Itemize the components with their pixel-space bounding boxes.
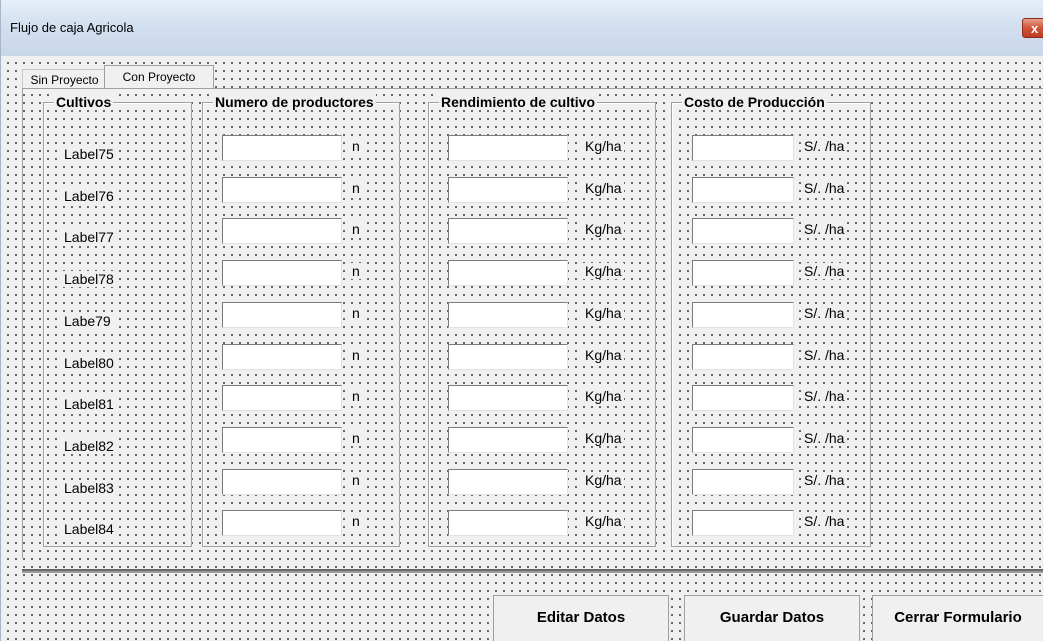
productores-input[interactable] [222,469,342,495]
window-title: Flujo de caja Agricola [10,20,134,35]
costo-unit: S/. /ha [802,138,847,154]
costo-unit: S/. /ha [802,263,847,279]
cerrar-formulario-button[interactable]: Cerrar Formulario [872,595,1043,641]
crop-label: Label84 [62,521,116,537]
rendimiento-caption: Rendimiento de cultivo [439,94,598,110]
rendimiento-unit: Kg/ha [583,430,624,446]
costo-unit: S/. /ha [802,430,847,446]
costo-input[interactable] [692,135,794,161]
separator-line [22,569,1043,573]
costo-input[interactable] [692,218,794,244]
rendimiento-input[interactable] [448,469,568,495]
rendimiento-unit: Kg/ha [583,472,624,488]
rendimiento-input[interactable] [448,302,568,328]
rendimiento-input[interactable] [448,427,568,453]
crop-label: Label76 [62,188,116,204]
rendimiento-unit: Kg/ha [583,305,624,321]
crop-label: Label83 [62,480,116,496]
productores-unit: n [350,347,362,363]
productores-input[interactable] [222,427,342,453]
form-window: Flujo de caja Agricola x Sin Proyecto Co… [0,0,1043,641]
rendimiento-input[interactable] [448,177,568,203]
editar-datos-button[interactable]: Editar Datos [493,595,669,641]
costo-input[interactable] [692,385,794,411]
rendimiento-input[interactable] [448,344,568,370]
crop-label: Labe79 [62,313,113,329]
tab-sin-proyecto[interactable]: Sin Proyecto [22,69,106,90]
rendimiento-input[interactable] [448,135,568,161]
rendimiento-input[interactable] [448,260,568,286]
productores-unit: n [350,388,362,404]
productores-input[interactable] [222,344,342,370]
rendimiento-input[interactable] [448,385,568,411]
productores-unit: n [350,472,362,488]
rendimiento-unit: Kg/ha [583,180,624,196]
productores-input[interactable] [222,218,342,244]
crop-label: Label78 [62,271,116,287]
cultivos-caption: Cultivos [54,94,114,110]
costo-input[interactable] [692,510,794,536]
rendimiento-unit: Kg/ha [583,263,624,279]
rendimiento-unit: Kg/ha [583,388,624,404]
productores-input[interactable] [222,385,342,411]
productores-unit: n [350,263,362,279]
costo-caption: Costo de Producción [682,94,827,110]
costo-frame: Costo de Producción S/. /ha S/. /ha S/. /h… [671,94,871,547]
productores-input[interactable] [222,260,342,286]
costo-input[interactable] [692,177,794,203]
rendimiento-unit: Kg/ha [583,138,624,154]
costo-unit: S/. /ha [802,180,847,196]
costo-unit: S/. /ha [802,347,847,363]
title-bar: Flujo de caja Agricola x [1,0,1043,56]
close-icon[interactable]: x [1022,18,1043,38]
costo-input[interactable] [692,260,794,286]
rendimiento-frame: Rendimiento de cultivo Kg/ha Kg/ha Kg/ha Kg… [428,94,656,547]
costo-unit: S/. /ha [802,305,847,321]
costo-input[interactable] [692,469,794,495]
costo-input[interactable] [692,427,794,453]
costo-unit: S/. /ha [802,513,847,529]
productores-input[interactable] [222,510,342,536]
crop-label: Label80 [62,355,116,371]
cultivos-frame: Cultivos Label75 Label76 Label77 Label78 Lab… [43,94,192,547]
productores-unit: n [350,138,362,154]
costo-input[interactable] [692,344,794,370]
rendimiento-unit: Kg/ha [583,347,624,363]
crop-label: Label81 [62,396,116,412]
crop-label: Label77 [62,229,116,245]
productores-unit: n [350,305,362,321]
rendimiento-unit: Kg/ha [583,513,624,529]
productores-unit: n [350,221,362,237]
rendimiento-input[interactable] [448,218,568,244]
rendimiento-unit: Kg/ha [583,221,624,237]
productores-caption: Numero de productores [213,94,376,110]
costo-unit: S/. /ha [802,472,847,488]
costo-input[interactable] [692,302,794,328]
rendimiento-input[interactable] [448,510,568,536]
productores-unit: n [350,513,362,529]
productores-input[interactable] [222,135,342,161]
guardar-datos-button[interactable]: Guardar Datos [684,595,860,641]
crop-label: Label82 [62,438,116,454]
costo-unit: S/. /ha [802,388,847,404]
productores-unit: n [350,430,362,446]
costo-unit: S/. /ha [802,221,847,237]
crop-label: Label75 [62,146,116,162]
productores-unit: n [350,180,362,196]
productores-input[interactable] [222,302,342,328]
tab-con-proyecto[interactable]: Con Proyecto [104,65,214,89]
productores-input[interactable] [222,177,342,203]
productores-frame: Numero de productores n n n n n n n n n n [202,94,400,547]
